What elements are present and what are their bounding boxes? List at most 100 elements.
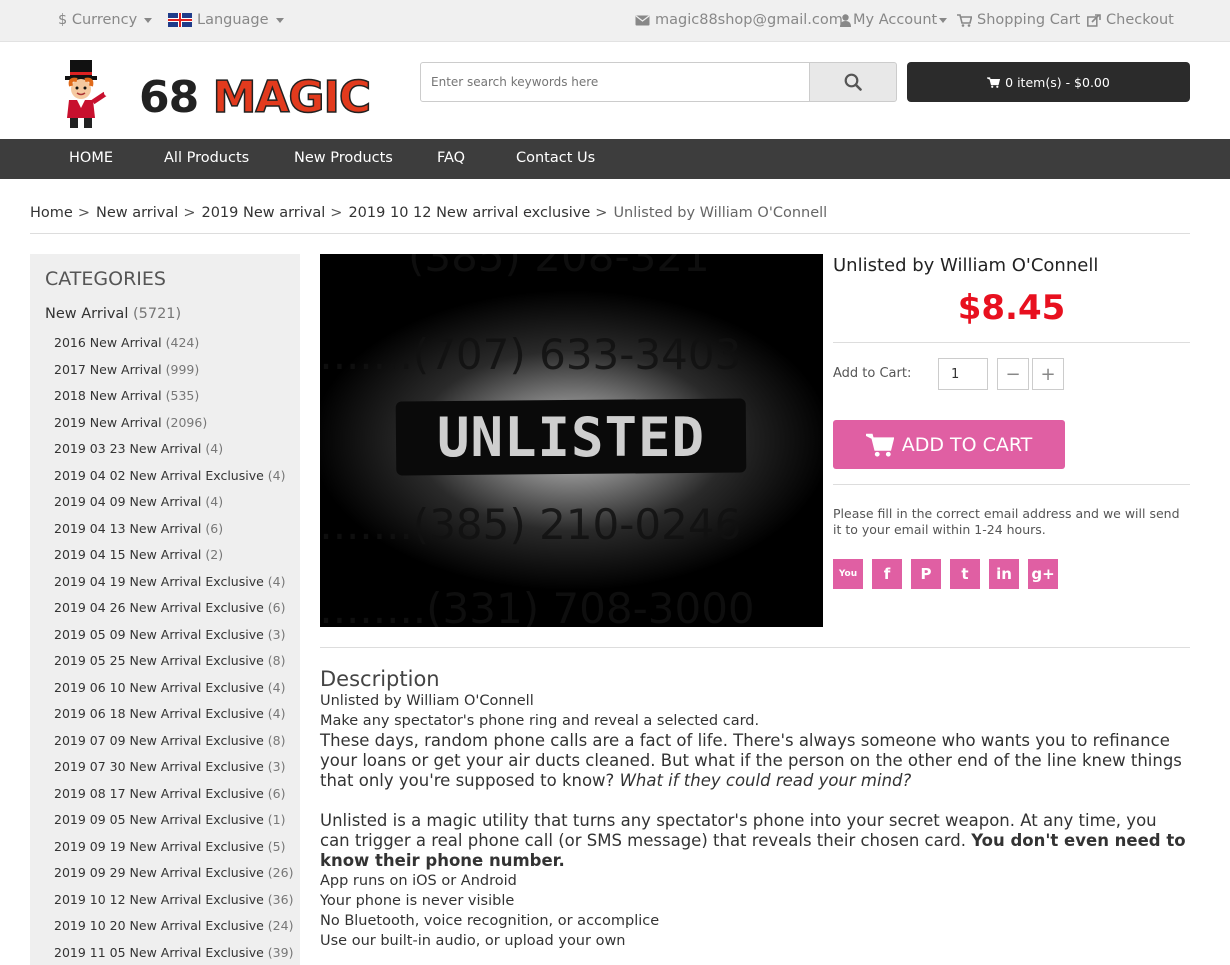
image-phone-number: ........(707) 633-3403 [320, 330, 742, 379]
subcategory-label: 2019 03 23 New Arrival [54, 441, 202, 456]
feature-item: No Bluetooth, voice recognition, or acco… [320, 913, 660, 929]
pinterest-icon[interactable]: P [911, 559, 941, 589]
subcategory-label: 2016 New Arrival [54, 335, 162, 350]
subcategory-item[interactable]: 2019 09 05 New Arrival Exclusive (1) [54, 812, 286, 827]
twitter-icon[interactable]: t [950, 559, 980, 589]
subcategory-item[interactable]: 2019 06 18 New Arrival Exclusive (4) [54, 706, 286, 721]
subcategory-label: 2019 08 17 New Arrival Exclusive [54, 785, 264, 801]
subcategory-item[interactable]: 2019 09 19 New Arrival Exclusive (5) [54, 839, 286, 854]
subcategory-count: (4) [267, 467, 286, 483]
breadcrumb-current: Unlisted by William O'Connell [613, 205, 828, 221]
subcategory-count: (26) [267, 865, 294, 880]
youtube-icon[interactable]: You [833, 559, 863, 589]
subcategory-item[interactable]: 2019 05 09 New Arrival Exclusive (3) [54, 627, 286, 642]
decrease-qty-button[interactable]: − [997, 358, 1029, 390]
nav-faq[interactable]: FAQ [437, 150, 465, 166]
subcategory-item[interactable]: 2019 New Arrival (2096) [54, 415, 207, 430]
subcategory-count: (8) [267, 732, 286, 748]
subcategory-item[interactable]: 2019 10 20 New Arrival Exclusive (24) [54, 918, 293, 933]
description-title: Description [320, 667, 440, 691]
feature-item: App runs on iOS or Android [320, 873, 517, 889]
search-input[interactable] [420, 62, 810, 102]
subcategory-item[interactable]: 2019 11 05 New Arrival Exclusive (39) [54, 945, 293, 960]
nav-all-products[interactable]: All Products [164, 150, 249, 166]
feature-item: Your phone is never visible [320, 893, 515, 909]
email-link[interactable]: magic88shop@gmail.com [635, 12, 843, 28]
subcategory-label: 2019 07 09 New Arrival Exclusive [54, 732, 264, 748]
breadcrumb-2019-new-arrival[interactable]: 2019 New arrival [201, 205, 325, 221]
subcategory-label: 2019 04 15 New Arrival [54, 547, 202, 562]
categories-title: CATEGORIES [45, 268, 166, 290]
subcategory-label: 2019 05 25 New Arrival Exclusive [54, 653, 264, 668]
header-cart-button[interactable]: 0 item(s) - $0.00 [907, 62, 1190, 102]
breadcrumb-new-arrival[interactable]: New arrival [96, 205, 178, 221]
googleplus-icon[interactable]: g+ [1028, 559, 1058, 589]
uk-flag-icon [168, 13, 192, 27]
facebook-icon[interactable]: f [872, 559, 902, 589]
category-new-arrival[interactable]: New Arrival (5721) [45, 306, 181, 322]
subcategory-item[interactable]: 2019 04 02 New Arrival Exclusive (4) [54, 468, 286, 483]
subcategory-count: (6) [267, 785, 286, 801]
search-button[interactable] [809, 62, 897, 102]
language-dropdown[interactable]: Language [168, 12, 284, 28]
breadcrumb-2019-10-12[interactable]: 2019 10 12 New arrival exclusive [348, 205, 590, 221]
search-icon [844, 73, 862, 91]
subcategory-item[interactable]: 2019 08 17 New Arrival Exclusive (6) [54, 786, 286, 801]
subcategory-label: 2019 04 02 New Arrival Exclusive [54, 467, 264, 483]
subcategory-count: (36) [267, 891, 294, 907]
nav-contact-us[interactable]: Contact Us [516, 150, 595, 166]
breadcrumb-home[interactable]: Home [30, 205, 73, 221]
subcategory-item[interactable]: 2019 04 19 New Arrival Exclusive (4) [54, 574, 286, 589]
subcategory-count: (999) [165, 361, 200, 377]
plus-icon: + [1040, 363, 1056, 385]
subcategory-item[interactable]: 2019 07 09 New Arrival Exclusive (8) [54, 733, 286, 748]
categories-sidebar: CATEGORIES New Arrival (5721) 2016 New A… [30, 254, 300, 965]
shopping-cart-label: Shopping Cart [977, 12, 1081, 28]
product-image[interactable]: (385) 208-321 ........(707) 633-3403 ...… [320, 254, 823, 627]
subcategory-item[interactable]: 2019 06 10 New Arrival Exclusive (4) [54, 680, 286, 695]
share-icon [1087, 13, 1101, 27]
subcategory-item[interactable]: 2019 04 09 New Arrival (4) [54, 494, 223, 509]
subcategory-label: 2019 04 09 New Arrival [54, 494, 202, 509]
subcategory-count: (8) [267, 653, 286, 668]
subcategory-item[interactable]: 2019 10 12 New Arrival Exclusive (36) [54, 892, 293, 907]
subcategory-item[interactable]: 2016 New Arrival (424) [54, 335, 199, 350]
nav-new-products[interactable]: New Products [294, 150, 393, 166]
subcategory-label: 2019 10 20 New Arrival Exclusive [54, 918, 264, 933]
subcategory-item[interactable]: 2019 03 23 New Arrival (4) [54, 441, 223, 456]
envelope-icon [635, 15, 650, 25]
subcategory-item[interactable]: 2019 07 30 New Arrival Exclusive (3) [54, 759, 286, 774]
magician-mascot-icon [65, 60, 110, 128]
increase-qty-button[interactable]: + [1032, 358, 1064, 390]
currency-dropdown[interactable]: $ Currency [58, 12, 153, 28]
shopping-cart-link[interactable]: Shopping Cart [957, 12, 1080, 28]
nav-home[interactable]: HOME [69, 150, 113, 166]
minus-icon: − [1005, 363, 1021, 385]
subcategory-item[interactable]: 2019 09 29 New Arrival Exclusive (26) [54, 865, 293, 880]
subcategory-item[interactable]: 2019 04 13 New Arrival (6) [54, 521, 223, 536]
subcategory-count: (3) [267, 759, 286, 774]
account-dropdown[interactable]: My Account [840, 12, 948, 28]
subcategory-item[interactable]: 2017 New Arrival (999) [54, 362, 199, 377]
currency-label: $ Currency [58, 12, 138, 28]
subcategory-item[interactable]: 2019 04 26 New Arrival Exclusive (6) [54, 600, 286, 615]
chevron-down-icon [275, 17, 284, 23]
quantity-input[interactable] [938, 358, 988, 390]
description-line: Unlisted by William O'Connell [320, 693, 534, 709]
subcategory-count: (4) [205, 441, 224, 456]
subcategory-item[interactable]: 2018 New Arrival (535) [54, 388, 199, 403]
checkout-link[interactable]: Checkout [1087, 12, 1174, 28]
subcategory-label: 2019 06 18 New Arrival Exclusive [54, 706, 264, 721]
product-price: $8.45 [957, 288, 1066, 328]
subcategory-item[interactable]: 2019 04 15 New Arrival (2) [54, 547, 223, 562]
subcategory-count: (1) [267, 812, 286, 827]
chevron-down-icon [939, 17, 948, 23]
subcategory-count: (4) [267, 573, 286, 589]
breadcrumb-separator: > [77, 205, 90, 221]
subcategory-item[interactable]: 2019 05 25 New Arrival Exclusive (8) [54, 653, 286, 668]
add-to-cart-button[interactable]: ADD TO CART [833, 420, 1065, 469]
subcategory-count: (2096) [165, 414, 208, 430]
linkedin-icon[interactable]: in [989, 559, 1019, 589]
site-logo[interactable]: 68 MAGIC [55, 58, 375, 134]
email-label: magic88shop@gmail.com [655, 12, 843, 28]
